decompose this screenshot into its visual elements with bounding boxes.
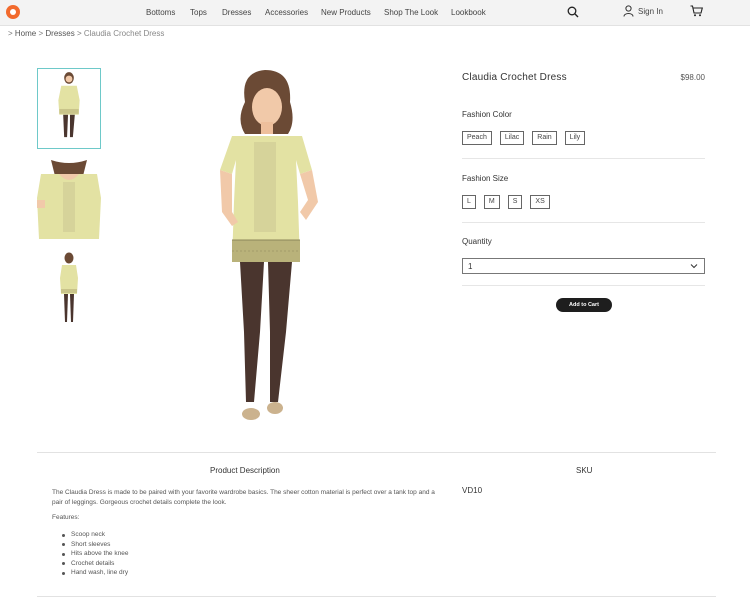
breadcrumb-separator: > (38, 29, 44, 38)
top-navigation-bar: Bottoms Tops Dresses Accessories New Pro… (0, 0, 750, 26)
section-divider (462, 285, 705, 286)
nav-item-shop-the-look[interactable]: Shop The Look (384, 8, 438, 17)
search-icon[interactable] (567, 6, 579, 18)
description-heading: Product Description (210, 466, 280, 475)
details-top-divider (37, 452, 716, 453)
color-option-lilac[interactable]: Lilac (499, 131, 525, 145)
color-options: Peach Lilac Rain Lily (462, 131, 586, 145)
color-option-rain[interactable]: Rain (532, 131, 557, 145)
list-item: Scoop neck (62, 530, 128, 540)
nav-item-lookbook[interactable]: Lookbook (451, 8, 486, 17)
nav-item-accessories[interactable]: Accessories (265, 8, 308, 17)
size-label: Fashion Size (462, 174, 509, 183)
color-option-lily[interactable]: Lily (564, 131, 586, 145)
list-item: Short sleeves (62, 540, 128, 550)
description-text: The Claudia Dress is made to be paired w… (52, 489, 435, 506)
cart-icon[interactable] (690, 5, 703, 17)
nav-item-new-products[interactable]: New Products (321, 8, 371, 17)
product-thumbnail-3[interactable] (37, 250, 101, 329)
product-thumbnail-2[interactable] (37, 160, 101, 239)
quantity-label: Quantity (462, 237, 492, 246)
breadcrumb: > Home > Dresses > Claudia Crochet Dress (8, 29, 164, 38)
list-item: Hand wash, line dry (62, 568, 128, 578)
nav-item-tops[interactable]: Tops (190, 8, 207, 17)
list-item: Crochet details (62, 559, 128, 569)
color-option-peach[interactable]: Peach (462, 131, 492, 145)
list-item: Hits above the knee (62, 549, 128, 559)
sku-value: VD10 (462, 486, 483, 495)
sku-heading: SKU (576, 466, 593, 475)
breadcrumb-home[interactable]: Home (15, 29, 36, 38)
section-divider (462, 158, 705, 159)
size-option-xs[interactable]: XS (530, 195, 550, 209)
size-option-s[interactable]: S (507, 195, 523, 209)
features-heading: Features: (52, 514, 80, 521)
breadcrumb-prefix: > (8, 29, 13, 38)
details-bottom-divider (37, 596, 716, 597)
color-label: Fashion Color (462, 110, 512, 119)
size-option-m[interactable]: M (483, 195, 500, 209)
sign-in-link[interactable]: Sign In (638, 7, 663, 16)
nav-item-bottoms[interactable]: Bottoms (146, 8, 175, 17)
logo-icon[interactable] (6, 5, 20, 19)
product-thumbnail-1[interactable] (37, 68, 101, 149)
breadcrumb-separator: > (76, 29, 82, 38)
quantity-select[interactable]: 1 (462, 258, 705, 274)
user-icon[interactable] (623, 5, 634, 17)
quantity-value: 1 (468, 262, 473, 271)
breadcrumb-current: Claudia Crochet Dress (83, 29, 165, 38)
size-options: L M S XS (462, 195, 550, 209)
nav-item-dresses[interactable]: Dresses (222, 8, 251, 17)
features-list: Scoop neck Short sleeves Hits above the … (62, 530, 128, 578)
product-title: Claudia Crochet Dress (462, 72, 567, 83)
breadcrumb-category[interactable]: Dresses (45, 29, 74, 38)
product-price: $98.00 (680, 73, 705, 82)
add-to-cart-button[interactable]: Add to Cart (556, 298, 612, 312)
product-main-image (150, 62, 380, 434)
section-divider (462, 222, 705, 223)
chevron-down-icon (690, 264, 698, 269)
size-option-l[interactable]: L (462, 195, 476, 209)
